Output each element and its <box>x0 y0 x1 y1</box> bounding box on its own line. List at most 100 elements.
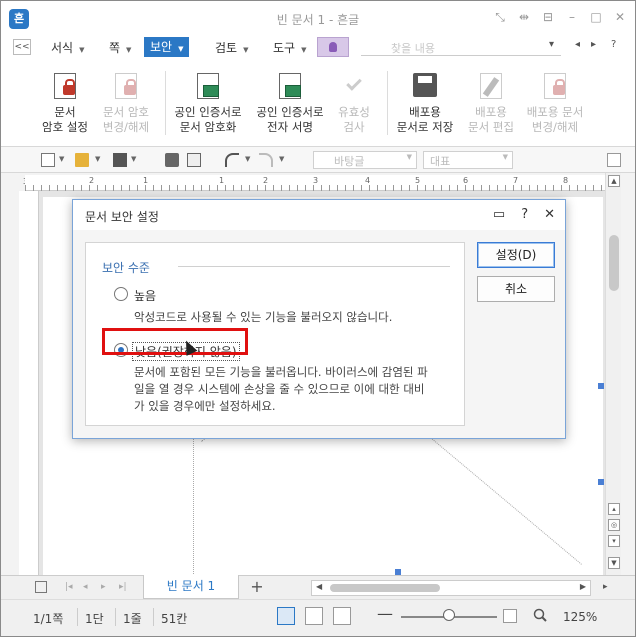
page-mark-icon[interactable]: ◎ <box>608 519 620 531</box>
vertical-scrollbar[interactable]: ▲ ▴ ◎ ▾ ▼ <box>605 173 621 575</box>
horizontal-scrollbar[interactable]: ◀ ▶ <box>311 580 591 596</box>
status-zoom[interactable]: 125% <box>563 610 597 624</box>
ribbon-label: 변경/해제 <box>102 120 150 134</box>
search-next-icon[interactable]: ▸ <box>591 39 596 50</box>
tab-first-icon[interactable]: |◂ <box>65 582 73 592</box>
ribbon-label: 문서 <box>54 105 76 119</box>
horizontal-ruler[interactable]: 2 1 1 2 3 4 5 6 7 8 <box>25 175 605 191</box>
vertical-scroll-thumb[interactable] <box>609 235 619 291</box>
minimize-icon[interactable]: – <box>565 10 579 24</box>
horizontal-scroll-thumb[interactable] <box>330 584 440 592</box>
scroll-left-icon[interactable]: ◀ <box>316 582 322 591</box>
vertical-ruler[interactable] <box>19 191 39 575</box>
set-button[interactable]: 설정(D) <box>477 242 555 268</box>
distribution-edit-button[interactable]: 배포용 문서 편집 <box>463 73 519 135</box>
menu-security[interactable]: 보안 ▼ <box>144 37 190 57</box>
radio-low-description: 문서에 포함된 모든 기능을 불러옵니다. 바이러스에 감염된 파 일을 열 경… <box>134 364 454 415</box>
cert-sign-button[interactable]: 공인 인증서로 전자 서명 <box>253 73 327 135</box>
scroll-down-icon[interactable]: ▼ <box>608 557 620 569</box>
menu-format[interactable]: 서식 ▼ <box>51 39 84 56</box>
tab-prev-icon[interactable]: ◂ <box>83 582 88 592</box>
doc-password-set-button[interactable]: 문서 암호 설정 <box>37 73 93 135</box>
chevron-down-icon: ▼ <box>79 46 85 54</box>
cancel-button[interactable]: 취소 <box>477 276 555 302</box>
ribbon-label: 검사 <box>343 120 365 134</box>
search-prev-icon[interactable]: ◂ <box>575 39 580 50</box>
status-page[interactable]: 1/1쪽 <box>33 610 63 627</box>
doc-password-change-button[interactable]: 문서 암호 변경/해제 <box>97 73 155 135</box>
help-icon[interactable]: ? <box>521 207 528 222</box>
ribbon-label: 문서 암호 <box>103 105 149 119</box>
ribbon-label: 공인 인증서로 <box>256 105 324 119</box>
redo-icon[interactable] <box>259 153 273 167</box>
distribution-save-button[interactable]: 배포용 문서로 저장 <box>393 73 457 135</box>
zoom-out-icon[interactable]: — <box>377 604 393 623</box>
open-folder-icon[interactable] <box>75 153 89 167</box>
style-combo[interactable]: 바탕글 ▼ <box>313 151 417 169</box>
maximize-icon[interactable]: □ <box>589 10 603 24</box>
view-full-icon[interactable] <box>333 607 351 625</box>
search-input[interactable]: 찾을 내용 <box>361 38 561 56</box>
chevron-down-icon[interactable]: ▼ <box>279 155 284 163</box>
scroll-up-icon[interactable]: ▲ <box>608 175 620 187</box>
radio-high[interactable] <box>114 287 128 301</box>
radio-high-description: 악성코드로 사용될 수 있는 기능을 불러오지 않습니다. <box>134 310 393 324</box>
scroll-right-icon[interactable]: ▶ <box>580 582 586 591</box>
assistant-icon[interactable] <box>317 37 349 57</box>
status-line: 1줄 <box>123 612 142 626</box>
magnifier-icon[interactable] <box>533 608 547 622</box>
chevron-down-icon: ▼ <box>178 45 184 53</box>
tab-last-icon[interactable]: ▸| <box>119 582 127 592</box>
page-up-icon[interactable]: ▴ <box>608 503 620 515</box>
zoom-slider-knob[interactable] <box>443 609 455 621</box>
ruler-number: 7 <box>513 176 519 185</box>
save-icon[interactable] <box>113 153 127 167</box>
close-icon[interactable]: ✕ <box>544 207 555 222</box>
view-width-icon[interactable] <box>305 607 323 625</box>
tab-next-icon[interactable]: ▸ <box>101 582 106 592</box>
new-doc-icon[interactable] <box>41 153 55 167</box>
toolbar-expand-icon[interactable] <box>607 153 621 167</box>
ribbon-label: 유효성 <box>338 105 370 119</box>
print-icon[interactable] <box>165 153 179 167</box>
menu-tools[interactable]: 도구 ▼ <box>273 39 306 56</box>
menu-page[interactable]: 쪽 ▼ <box>109 39 131 56</box>
split-icon[interactable]: ⇹ <box>517 10 531 24</box>
status-bar: 1/1쪽 1단 1줄 51칸 — 125% <box>1 599 635 636</box>
print-preview-icon[interactable] <box>187 153 201 167</box>
ribbon-toggle-icon[interactable]: ⊟ <box>541 10 555 24</box>
chevron-down-icon[interactable]: ▼ <box>131 155 136 163</box>
comment-icon[interactable]: ▭ <box>493 207 505 222</box>
tab-document-1[interactable]: 빈 문서 1 <box>143 575 239 599</box>
cert-encrypt-button[interactable]: 공인 인증서로 문서 암호화 <box>171 73 245 135</box>
chevron-down-icon[interactable]: ▼ <box>245 155 250 163</box>
chevron-down-icon[interactable]: ▼ <box>59 155 64 163</box>
fullscreen-icon[interactable]: ⤡ <box>493 10 507 24</box>
group-divider <box>178 266 450 267</box>
menu-collapse-icon[interactable]: << <box>13 39 31 55</box>
search-dropdown-icon[interactable]: ▾ <box>549 39 554 50</box>
close-icon[interactable]: ✕ <box>613 10 627 24</box>
zoom-in-icon[interactable] <box>503 609 517 623</box>
menu-review[interactable]: 검토 ▼ <box>215 39 248 56</box>
status-divider <box>153 608 154 626</box>
help-icon[interactable]: ? <box>611 39 616 50</box>
security-settings-dialog: 문서 보안 설정 ▭ ? ✕ 보안 수준 높음 악성코드로 사용될 수 있는 기… <box>72 199 566 439</box>
app-window: 흔 빈 문서 1 - 흔글 ⤡ ⇹ ⊟ – □ ✕ << 서식 ▼ 쪽 ▼ 보안 ▼ … <box>0 0 636 637</box>
distribution-change-button[interactable]: 배포용 문서 변경/해제 <box>523 73 587 135</box>
ribbon: 문서 암호 설정 문서 암호 변경/해제 공인 인증서로 문서 암호화 공인 인… <box>1 59 635 147</box>
guide-line <box>193 436 194 576</box>
scroll-far-right-icon[interactable]: ▸ <box>603 582 608 592</box>
view-page-icon[interactable] <box>277 607 295 625</box>
page-down-icon[interactable]: ▾ <box>608 535 620 547</box>
validity-check-button[interactable]: 유효성 검사 <box>331 73 377 135</box>
add-tab-button[interactable]: + <box>247 579 267 597</box>
ribbon-label: 배포용 <box>409 105 441 119</box>
chevron-down-icon[interactable]: ▼ <box>95 155 100 163</box>
chevron-down-icon: ▼ <box>502 153 508 161</box>
sheet-view-icon[interactable] <box>35 581 47 593</box>
font-combo[interactable]: 대표 ▼ <box>423 151 513 169</box>
cert-sign-icon <box>277 73 303 101</box>
radio-high-label[interactable]: 높음 <box>134 287 156 304</box>
undo-icon[interactable] <box>225 153 239 167</box>
